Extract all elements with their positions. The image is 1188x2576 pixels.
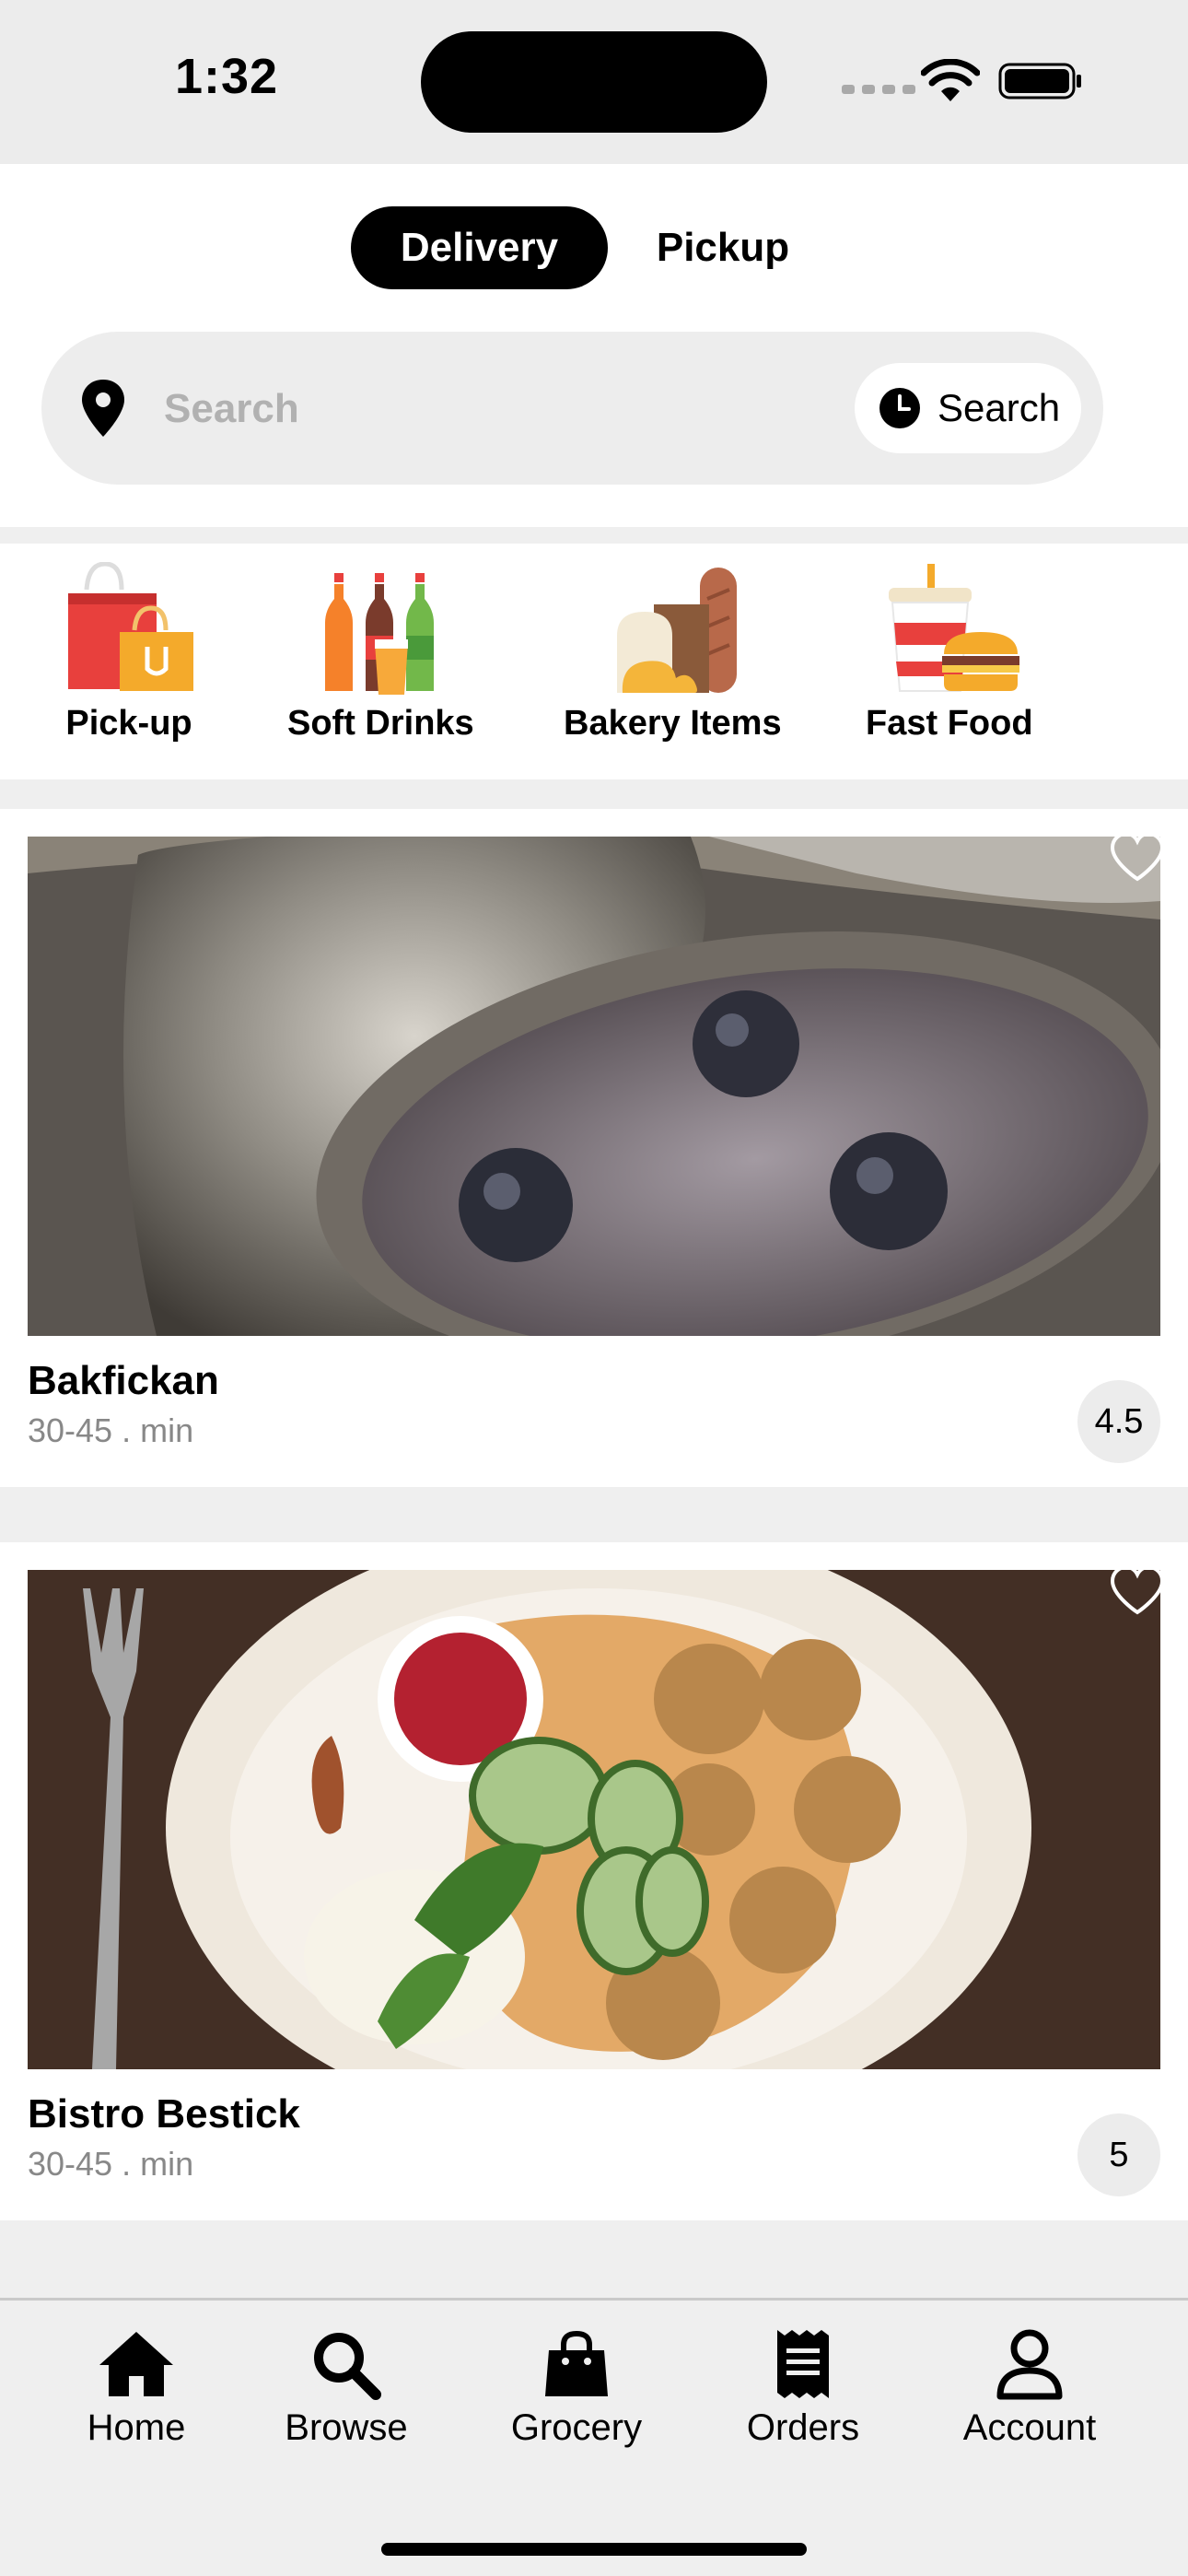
restaurant-photo: [28, 1570, 1160, 2069]
favorite-heart-icon[interactable]: [1109, 831, 1166, 883]
home-icon: [99, 2332, 173, 2396]
tab-label: Orders: [746, 2407, 860, 2448]
tab-label: Home: [87, 2407, 186, 2448]
soda-bottles-icon: [325, 573, 435, 695]
clock-icon: [879, 388, 920, 428]
status-time: 1:32: [175, 49, 279, 104]
category-label: Pick-up: [65, 704, 192, 743]
restaurant-name: Bistro Bestick: [28, 2091, 300, 2137]
cellular-signal-icon: [842, 85, 915, 94]
shopping-bags-icon: [68, 562, 193, 691]
delivery-time: 30-45 . min: [28, 2145, 194, 2183]
tab-home[interactable]: Home: [35, 2328, 238, 2449]
delivery-time: 30-45 . min: [28, 1411, 194, 1449]
rating-badge: 5: [1077, 2113, 1160, 2196]
bread-icon: [617, 568, 738, 693]
category-label: Bakery Items: [564, 704, 782, 743]
category-soft-drinks[interactable]: Soft Drinks: [287, 562, 474, 744]
restaurant-card[interactable]: Bakfickan 30-45 . min 4.5: [0, 809, 1188, 1487]
tab-label: Account: [962, 2407, 1097, 2448]
search-icon: [314, 2333, 381, 2400]
app-screen: 1:32 Delivery Pickup Search Search Pick-…: [0, 0, 1188, 2576]
blueberry-crumble-photo: [28, 837, 1160, 1336]
battery-icon: [998, 63, 1081, 100]
pickup-toggle[interactable]: Pickup: [635, 206, 810, 289]
meatballs-plate-photo: [28, 1570, 1160, 2069]
restaurant-photo: [28, 837, 1160, 1336]
search-input[interactable]: [164, 380, 809, 439]
search-button[interactable]: Search: [855, 363, 1081, 453]
category-fast-food[interactable]: Fast Food: [866, 562, 1033, 744]
dynamic-island: [421, 31, 767, 133]
category-label: Soft Drinks: [287, 704, 474, 743]
home-indicator[interactable]: [381, 2543, 807, 2556]
tab-grocery[interactable]: Grocery: [475, 2328, 678, 2449]
tab-browse[interactable]: Browse: [245, 2328, 448, 2449]
category-strip: Pick-up Soft Drinks Bakery Items Fast Fo…: [0, 544, 1188, 779]
favorite-heart-icon[interactable]: [1109, 1564, 1166, 1616]
bag-icon: [545, 2330, 608, 2396]
search-button-label: Search: [938, 386, 1061, 429]
location-pin-icon: [82, 380, 124, 437]
person-icon: [996, 2329, 1063, 2400]
bottom-tab-bar: Home Browse Grocery Orders Account: [0, 2298, 1188, 2576]
category-pickup[interactable]: Pick-up: [55, 562, 203, 744]
category-bakery-items[interactable]: Bakery Items: [564, 562, 782, 744]
status-bar: 1:32: [0, 0, 1188, 164]
tab-label: Grocery: [510, 2407, 643, 2448]
tab-account[interactable]: Account: [928, 2328, 1131, 2449]
rating-badge: 4.5: [1077, 1380, 1160, 1463]
category-label: Fast Food: [866, 704, 1033, 743]
wifi-icon: [921, 59, 980, 101]
tab-orders[interactable]: Orders: [702, 2328, 904, 2449]
tab-label: Browse: [285, 2407, 408, 2448]
delivery-toggle[interactable]: Delivery: [351, 206, 608, 289]
burger-drink-icon: [888, 564, 1019, 692]
restaurant-card[interactable]: Bistro Bestick 30-45 . min 5: [0, 1542, 1188, 2220]
restaurant-name: Bakfickan: [28, 1358, 219, 1403]
receipt-icon: [777, 2330, 829, 2398]
